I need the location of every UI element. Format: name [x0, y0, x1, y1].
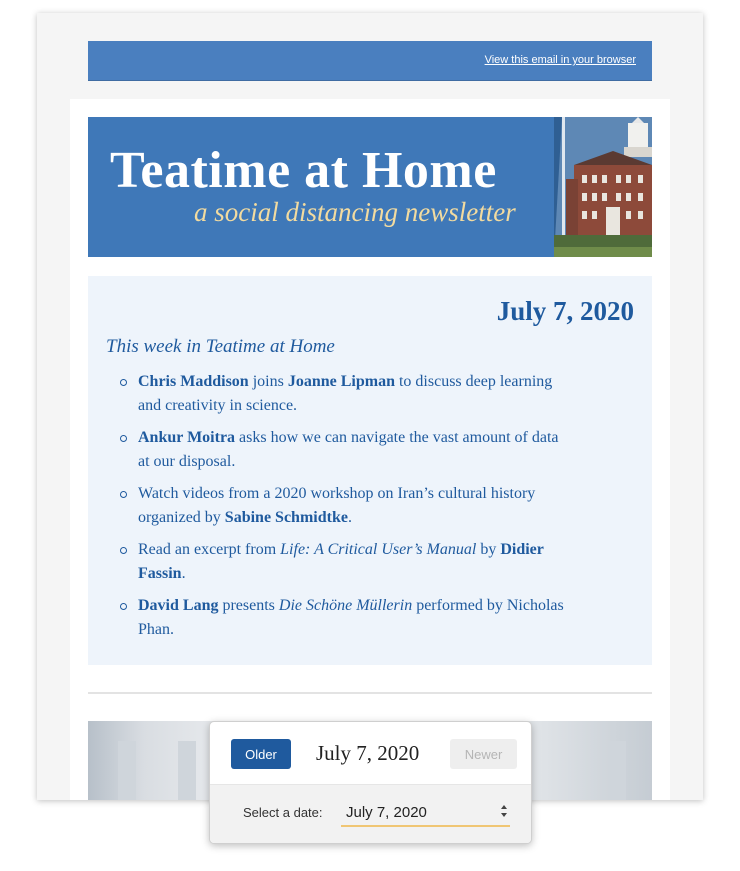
issue-summary: July 7, 2020 This week in Teatime at Hom…: [88, 276, 652, 665]
navigator-header: Older July 7, 2020 Newer: [210, 722, 531, 784]
select-arrows-icon: [501, 805, 507, 817]
issue-date: July 7, 2020: [496, 296, 634, 326]
list-item: Chris Maddison joins Joanne Lipman to di…: [120, 370, 568, 418]
banner-subtitle: a social distancing newsletter: [194, 197, 516, 227]
building-photo: [554, 117, 652, 257]
date-select[interactable]: July 7, 2020: [341, 801, 510, 827]
person-link[interactable]: Sabine Schmidtke: [225, 509, 348, 526]
navigator-date: July 7, 2020: [316, 741, 420, 765]
older-button[interactable]: Older: [231, 739, 291, 769]
newsletter-banner: Teatime at Home a social distancing news…: [88, 117, 652, 257]
photo-column: [608, 741, 626, 800]
section-divider: [88, 692, 652, 694]
banner-title: Teatime at Home: [110, 142, 497, 199]
list-item: David Lang presents Die Schöne Müllerin …: [120, 594, 568, 642]
story-list: Chris Maddison joins Joanne Lipman to di…: [120, 370, 568, 650]
list-item: Ankur Moitra asks how we can navigate th…: [120, 426, 568, 474]
photo-column: [118, 741, 136, 800]
selected-date: July 7, 2020: [346, 804, 427, 821]
newsletter-card: Teatime at Home a social distancing news…: [70, 99, 670, 800]
email-frame: View this email in your browser Teatime …: [37, 13, 703, 800]
view-in-browser-link[interactable]: View this email in your browser: [485, 54, 636, 66]
select-date-label: Select a date:: [243, 805, 323, 820]
person-link[interactable]: David Lang: [138, 597, 218, 614]
person-link[interactable]: Ankur Moitra: [138, 429, 235, 446]
book-title: Life: A Critical User’s Manual: [280, 541, 477, 558]
list-item: Read an excerpt from Life: A Critical Us…: [120, 538, 568, 586]
newer-button[interactable]: Newer: [450, 739, 517, 769]
date-selector-row: Select a date: July 7, 2020: [210, 784, 531, 843]
issue-intro: This week in Teatime at Home: [106, 336, 335, 357]
person-link[interactable]: Joanne Lipman: [288, 373, 395, 390]
issue-navigator: Older July 7, 2020 Newer Select a date: …: [209, 721, 532, 844]
email-header-bar: View this email in your browser: [88, 41, 652, 81]
work-title: Die Schöne Müllerin: [278, 597, 413, 614]
person-link[interactable]: Chris Maddison: [138, 373, 249, 390]
list-item: Watch videos from a 2020 workshop on Ira…: [120, 482, 568, 530]
photo-column: [178, 741, 196, 800]
